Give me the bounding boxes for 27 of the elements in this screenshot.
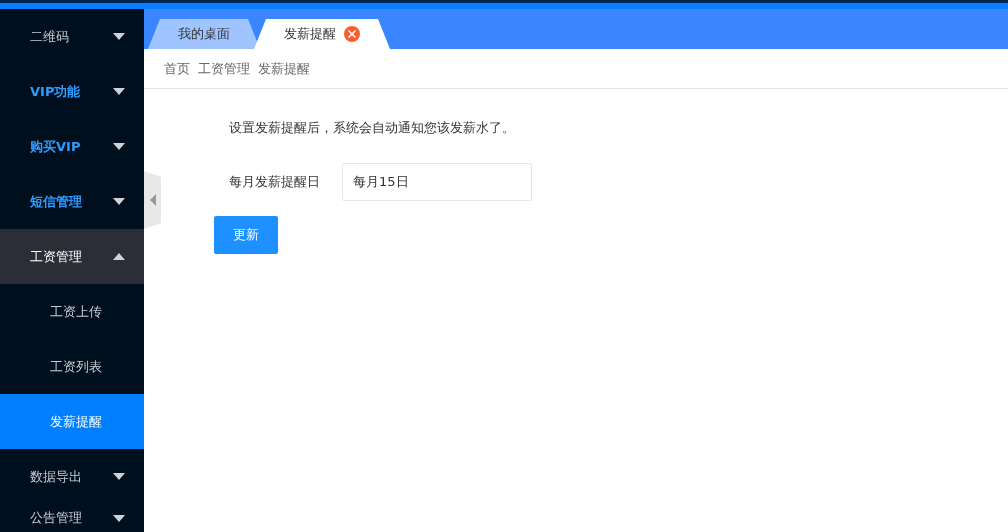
sidebar-item[interactable]: VIP功能	[0, 64, 144, 119]
breadcrumb-link[interactable]: 发薪提醒	[258, 58, 310, 79]
caret-down-icon	[113, 88, 125, 95]
caret-down-icon	[113, 198, 125, 205]
breadcrumb-link[interactable]: 首页	[164, 58, 190, 79]
sidebar-item[interactable]: 短信管理	[0, 174, 144, 229]
submenu-item[interactable]: 工资上传	[0, 284, 144, 339]
caret-down-icon	[113, 143, 125, 150]
submenu-item[interactable]: 工资列表	[0, 339, 144, 394]
breadcrumb-link[interactable]: 工资管理	[198, 58, 250, 79]
caret-left-icon	[149, 194, 156, 206]
submenu-item[interactable]: 发薪提醒	[0, 394, 144, 449]
sidebar-item[interactable]: 公告管理	[0, 504, 144, 532]
sidebar-item[interactable]: 数据导出	[0, 449, 144, 504]
caret-down-icon	[113, 473, 125, 480]
tab[interactable]: 发薪提醒	[254, 19, 390, 49]
reminder-day-field[interactable]: 每月15日	[342, 163, 532, 201]
close-icon[interactable]	[344, 26, 360, 42]
sidebar-item[interactable]: 购买VIP	[0, 119, 144, 174]
caret-down-icon	[113, 514, 125, 522]
caret-up-icon	[113, 253, 125, 260]
collapse-handle[interactable]	[144, 171, 161, 229]
field-label: 每月发薪提醒日	[229, 173, 321, 192]
notice-text: 设置发薪提醒后，系统会自动通知您该发薪水了。	[228, 119, 516, 137]
sidebar-item[interactable]: 二维码	[0, 9, 144, 64]
caret-down-icon	[113, 33, 125, 40]
sidebar-item[interactable]: 工资管理	[0, 229, 144, 284]
